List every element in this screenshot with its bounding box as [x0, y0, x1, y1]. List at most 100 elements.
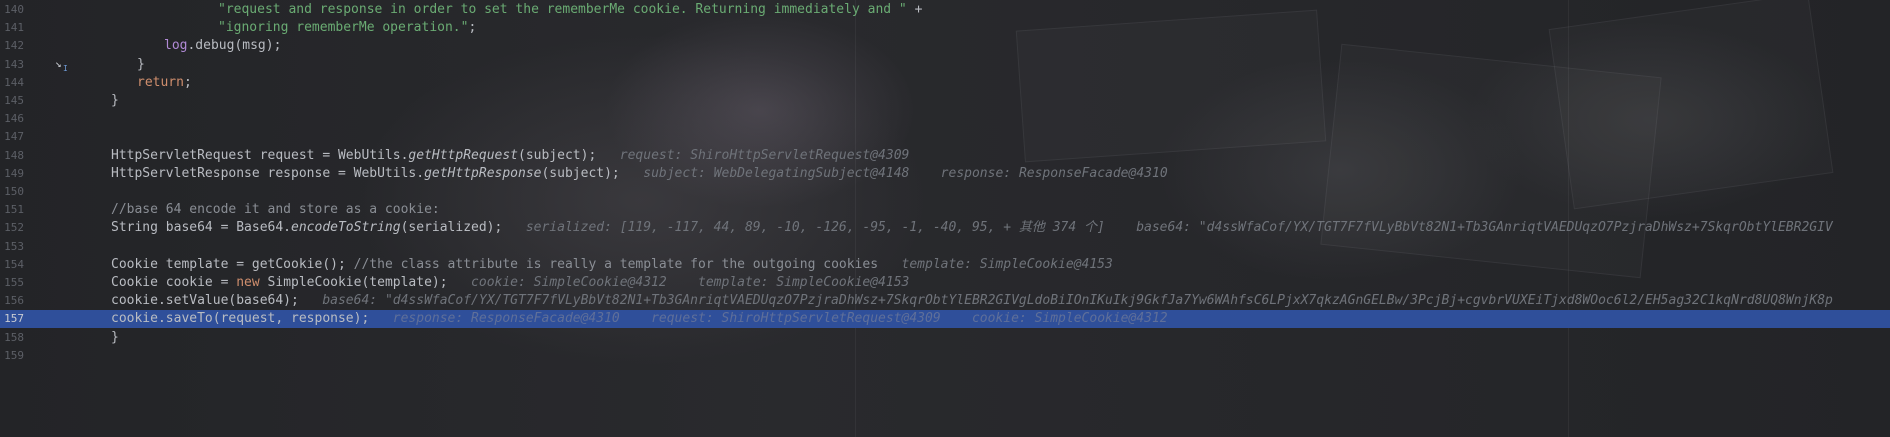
- code-token: log: [164, 38, 188, 54]
- code-text[interactable]: HttpServletRequest request = WebUtils.ge…: [111, 147, 909, 165]
- code-token: new: [236, 275, 260, 290]
- code-line[interactable]: 144 return;: [0, 74, 1890, 92]
- code-line[interactable]: 148 HttpServletRequest request = WebUtils…: [0, 147, 1890, 165]
- code-token: HttpServletResponse response = WebUtils.: [111, 165, 425, 181]
- code-token: }: [137, 56, 145, 72]
- code-text[interactable]: return;: [137, 74, 192, 92]
- hint-spacer: [878, 257, 901, 272]
- hint-spacer: [620, 166, 643, 181]
- code-line[interactable]: 142 log.debug(msg);: [0, 37, 1890, 55]
- code-line[interactable]: 146: [0, 110, 1890, 128]
- code-text[interactable]: }: [111, 92, 119, 110]
- code-line[interactable]: 154 Cookie template = getCookie(); //the …: [0, 256, 1890, 274]
- hint-spacer: [502, 220, 525, 235]
- code-line[interactable]: 151 //base 64 encode it and store as a co…: [0, 201, 1890, 219]
- line-number[interactable]: 148: [0, 147, 24, 165]
- code-text[interactable]: String base64 = Base64.encodeToString(se…: [111, 219, 1833, 237]
- line-number[interactable]: 156: [0, 292, 24, 310]
- hint-spacer: [369, 311, 392, 326]
- inline-debug-value[interactable]: request: ShiroHttpServletRequest@4309: [620, 148, 910, 163]
- step-marker-glyph: ↘: [55, 57, 62, 70]
- hint-spacer: [909, 166, 940, 181]
- code-token: getHttpResponse: [424, 165, 542, 181]
- line-number[interactable]: 150: [0, 183, 24, 201]
- code-line[interactable]: 143}: [0, 56, 1890, 74]
- line-number[interactable]: 155: [0, 274, 24, 292]
- code-line[interactable]: 156 cookie.setValue(base64); base64: "d4s…: [0, 292, 1890, 310]
- step-into-icon[interactable]: ↘ I: [55, 57, 69, 74]
- code-text[interactable]: "ignoring rememberMe operation.";: [218, 19, 476, 37]
- line-number[interactable]: 140: [0, 1, 24, 19]
- code-token: .debug(msg);: [187, 38, 282, 54]
- line-number[interactable]: 145: [0, 92, 24, 110]
- step-marker-sub: I: [63, 64, 68, 73]
- hint-spacer: [448, 275, 471, 290]
- line-number[interactable]: 143: [0, 56, 24, 74]
- code-line[interactable]: 153: [0, 238, 1890, 256]
- inline-debug-value[interactable]: request: ShiroHttpServletRequest@4309: [651, 311, 941, 326]
- line-number[interactable]: 141: [0, 19, 24, 37]
- code-token: //the class attribute is really a templa…: [353, 256, 879, 272]
- code-line[interactable]: 155 Cookie cookie = new SimpleCookie(temp…: [0, 274, 1890, 292]
- code-token: SimpleCookie(template);: [259, 275, 448, 290]
- code-token: cookie.setValue(base64);: [111, 293, 299, 309]
- code-text[interactable]: cookie.saveTo(request, response); respon…: [111, 310, 1168, 328]
- code-line[interactable]: 147: [0, 128, 1890, 146]
- code-token: Cookie cookie =: [111, 275, 237, 290]
- code-token: //base 64 encode it and store as a cooki…: [111, 202, 440, 218]
- code-token: Cookie template = getCookie();: [111, 256, 354, 272]
- code-token: }: [111, 329, 119, 345]
- line-number[interactable]: 159: [0, 347, 24, 365]
- code-line[interactable]: 152 String base64 = Base64.encodeToString…: [0, 219, 1890, 237]
- line-number[interactable]: 157: [0, 310, 24, 328]
- code-text[interactable]: }: [111, 329, 119, 347]
- inline-debug-value[interactable]: response: ResponseFacade@4310: [393, 311, 620, 326]
- hint-spacer: [620, 311, 651, 326]
- inline-debug-value[interactable]: response: ResponseFacade@4310: [941, 166, 1168, 181]
- code-token: cookie.saveTo(request, response);: [111, 311, 370, 327]
- inline-debug-value[interactable]: cookie: SimpleCookie@4312: [972, 311, 1168, 326]
- code-editor[interactable]: 140 "request and response in order to set…: [0, 0, 1890, 437]
- line-number[interactable]: 144: [0, 74, 24, 92]
- hint-spacer: [1105, 220, 1136, 235]
- inline-debug-value[interactable]: template: SimpleCookie@4153: [902, 257, 1113, 272]
- code-token: ;: [183, 74, 192, 90]
- line-number[interactable]: 142: [0, 37, 24, 55]
- inline-debug-value[interactable]: template: SimpleCookie@4153: [698, 275, 909, 290]
- code-line-current[interactable]: 157 cookie.saveTo(request, response); res…: [0, 310, 1890, 329]
- code-text[interactable]: //base 64 encode it and store as a cooki…: [111, 201, 440, 219]
- code-line[interactable]: 158}: [0, 329, 1890, 347]
- line-number[interactable]: 158: [0, 329, 24, 347]
- line-number[interactable]: 147: [0, 128, 24, 146]
- code-text[interactable]: Cookie cookie = new SimpleCookie(templat…: [111, 274, 909, 292]
- line-number[interactable]: 154: [0, 256, 24, 274]
- code-text[interactable]: HttpServletResponse response = WebUtils.…: [111, 165, 1168, 183]
- code-line[interactable]: 145}: [0, 92, 1890, 110]
- inline-debug-value[interactable]: base64: "d4ssWfaCof/YX/TGT7F7fVLyBbVt82N…: [1136, 220, 1833, 235]
- hint-spacer: [596, 148, 619, 163]
- code-text[interactable]: cookie.setValue(base64); base64: "d4ssWf…: [111, 292, 1833, 310]
- code-text[interactable]: }: [137, 56, 145, 74]
- code-line[interactable]: 159: [0, 347, 1890, 365]
- code-line[interactable]: 141 "ignoring rememberMe operation.";: [0, 19, 1890, 37]
- inline-debug-value[interactable]: cookie: SimpleCookie@4312: [471, 275, 667, 290]
- hint-spacer: [667, 275, 698, 290]
- code-text[interactable]: Cookie template = getCookie(); //the cla…: [111, 256, 1113, 274]
- line-number[interactable]: 152: [0, 219, 24, 237]
- code-token: +: [906, 2, 923, 17]
- code-text[interactable]: "request and response in order to set th…: [218, 1, 922, 19]
- code-text[interactable]: log.debug(msg);: [164, 37, 281, 55]
- line-number[interactable]: 151: [0, 201, 24, 219]
- inline-debug-value[interactable]: subject: WebDelegatingSubject@4148: [643, 166, 909, 181]
- code-token: }: [111, 93, 119, 108]
- code-token: return: [137, 74, 184, 90]
- inline-debug-value[interactable]: base64: "d4ssWfaCof/YX/TGT7F7fVLyBbVt82N…: [322, 293, 1833, 308]
- code-line[interactable]: 150: [0, 183, 1890, 201]
- line-number[interactable]: 153: [0, 238, 24, 256]
- line-number[interactable]: 149: [0, 165, 24, 183]
- code-line[interactable]: 140 "request and response in order to set…: [0, 1, 1890, 19]
- inline-debug-value[interactable]: serialized: [119, -117, 44, 89, -10, -12…: [526, 220, 1105, 235]
- code-token: encodeToString: [291, 220, 401, 236]
- line-number[interactable]: 146: [0, 110, 24, 128]
- code-line[interactable]: 149 HttpServletResponse response = WebUti…: [0, 165, 1890, 183]
